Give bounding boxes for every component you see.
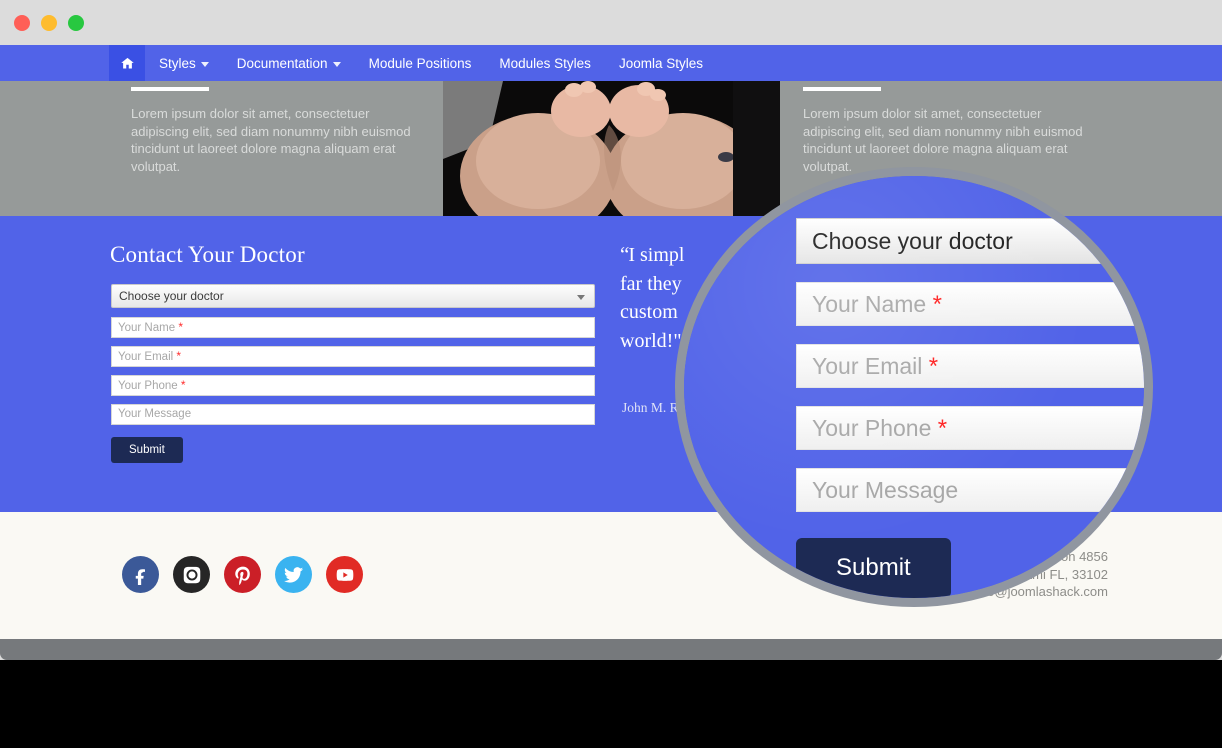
submit-button[interactable]: Submit (111, 437, 183, 463)
social-link-facebook[interactable] (122, 556, 159, 593)
twitter-icon (283, 566, 303, 583)
nav-item-label: Module Positions (368, 55, 472, 71)
magnified-phone-field[interactable]: Your Phone * (796, 406, 1144, 450)
maximize-window-button[interactable] (68, 15, 84, 31)
magnified-doctor-select[interactable]: Choose your doctor (796, 218, 1144, 264)
social-link-youtube[interactable] (326, 556, 363, 593)
youtube-icon (336, 568, 353, 581)
window-bottom-bar (0, 639, 1222, 660)
required-asterisk: * (178, 320, 183, 334)
phone-field-placeholder: Your Phone (118, 380, 178, 392)
phone-field[interactable]: Your Phone * (111, 375, 595, 396)
screenshot-stage: Styles Documentation Module Positions Mo… (0, 0, 1222, 748)
nav-item-styles[interactable]: Styles (145, 45, 223, 81)
close-window-button[interactable] (14, 15, 30, 31)
chevron-down-icon (577, 295, 585, 300)
magnified-phone-placeholder: Your Phone (812, 415, 932, 441)
hero-left-text: Lorem ipsum dolor sit amet, consectetuer… (131, 106, 411, 174)
contact-form: Choose your doctor Your Name * Your Emai… (111, 284, 595, 463)
magnified-form: Choose your doctor Your Name * Your Emai… (796, 218, 1144, 598)
nav-item-label: Styles (159, 55, 196, 71)
quote-line-2: far they (620, 272, 682, 295)
facebook-icon (135, 568, 145, 585)
magnified-email-field[interactable]: Your Email * (796, 344, 1144, 388)
doctor-select[interactable]: Choose your doctor (111, 284, 595, 308)
name-field[interactable]: Your Name * (111, 317, 595, 338)
magnified-contact-form: ntact Yo Choose your doctor Your Name * … (684, 176, 1144, 598)
magnifier-content: ntact Yo Choose your doctor Your Name * … (684, 176, 1144, 598)
chevron-down-icon (200, 61, 209, 67)
magnifier-lens: ntact Yo Choose your doctor Your Name * … (675, 167, 1153, 607)
hero-rule (131, 87, 209, 91)
quote-line-3: custom (620, 301, 678, 323)
page-title: Contact Your Doctor (110, 242, 305, 267)
traffic-lights (14, 15, 84, 31)
nav-item-label: Modules Styles (499, 55, 591, 71)
social-link-pinterest[interactable] (224, 556, 261, 593)
social-link-instagram[interactable] (173, 556, 210, 593)
magnified-name-field[interactable]: Your Name * (796, 282, 1144, 326)
magnified-name-placeholder: Your Name (812, 291, 927, 317)
social-links (122, 556, 363, 593)
nav-home-button[interactable] (109, 45, 145, 81)
message-field[interactable]: Your Message (111, 404, 595, 425)
quote-line-1: I simpl (628, 244, 685, 266)
hero-left-column: Lorem ipsum dolor sit amet, consectetuer… (131, 87, 411, 175)
name-field-placeholder: Your Name (118, 322, 176, 334)
hero-right-text: Lorem ipsum dolor sit amet, consectetuer… (803, 106, 1083, 174)
nav-item-documentation[interactable]: Documentation (223, 45, 355, 81)
instagram-icon (183, 566, 200, 583)
required-asterisk: * (176, 349, 182, 363)
email-field-placeholder: Your Email (118, 351, 174, 363)
doctor-select-value: Choose your doctor (119, 289, 224, 303)
nav-item-modules-styles[interactable]: Modules Styles (485, 45, 605, 81)
chevron-down-icon (332, 61, 341, 67)
required-asterisk: * (932, 291, 942, 318)
hero-right-column: Lorem ipsum dolor sit amet, consectetuer… (803, 87, 1083, 175)
minimize-window-button[interactable] (41, 15, 57, 31)
hero-rule (803, 87, 881, 91)
required-asterisk: * (180, 378, 186, 392)
site-navbar: Styles Documentation Module Positions Mo… (0, 45, 1222, 81)
social-link-twitter[interactable] (275, 556, 312, 593)
message-field-placeholder: Your Message (118, 408, 192, 420)
nav-item-label: Documentation (236, 55, 328, 71)
nav-item-module-positions[interactable]: Module Positions (355, 45, 486, 81)
required-asterisk: * (928, 353, 939, 380)
nav-item-joomla-styles[interactable]: Joomla Styles (605, 45, 717, 81)
email-field[interactable]: Your Email * (111, 346, 595, 367)
home-icon (120, 57, 134, 68)
required-asterisk: * (937, 415, 948, 442)
magnified-submit-button[interactable]: Submit (796, 538, 951, 598)
magnified-doctor-select-value: Choose your doctor (812, 228, 1013, 254)
pinterest-icon (234, 566, 250, 585)
magnified-email-placeholder: Your Email (812, 353, 923, 379)
magnified-message-field[interactable]: Your Message (796, 468, 1144, 512)
nav-item-label: Joomla Styles (618, 55, 703, 71)
quote-line-4: world!" (620, 329, 682, 352)
window-titlebar (0, 0, 1222, 45)
magnified-message-placeholder: Your Message (812, 477, 959, 503)
